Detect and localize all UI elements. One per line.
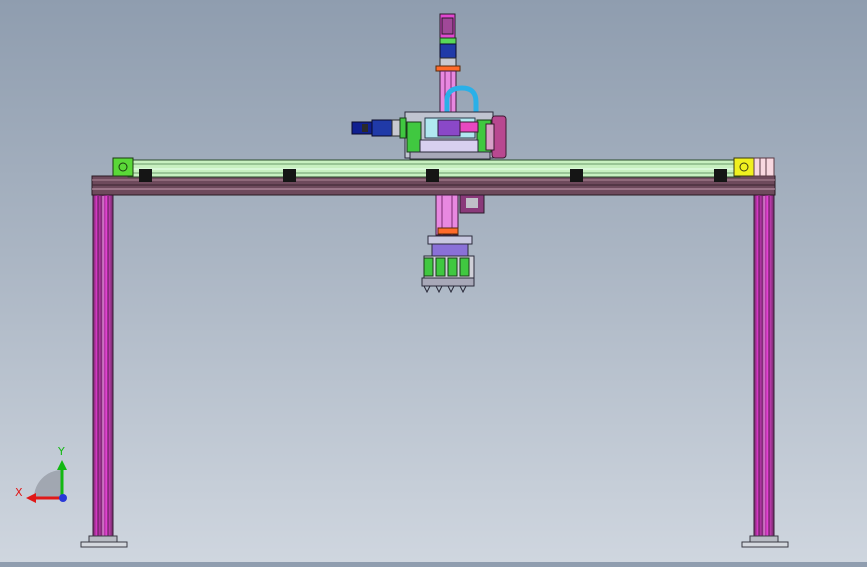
left-leg xyxy=(80,193,128,548)
right-leg xyxy=(741,193,789,548)
cad-viewport[interactable] xyxy=(0,0,867,562)
gripper-assembly xyxy=(421,194,485,294)
gantry-model xyxy=(80,13,789,548)
carriage xyxy=(404,111,494,160)
x-axis-motor xyxy=(351,117,407,139)
